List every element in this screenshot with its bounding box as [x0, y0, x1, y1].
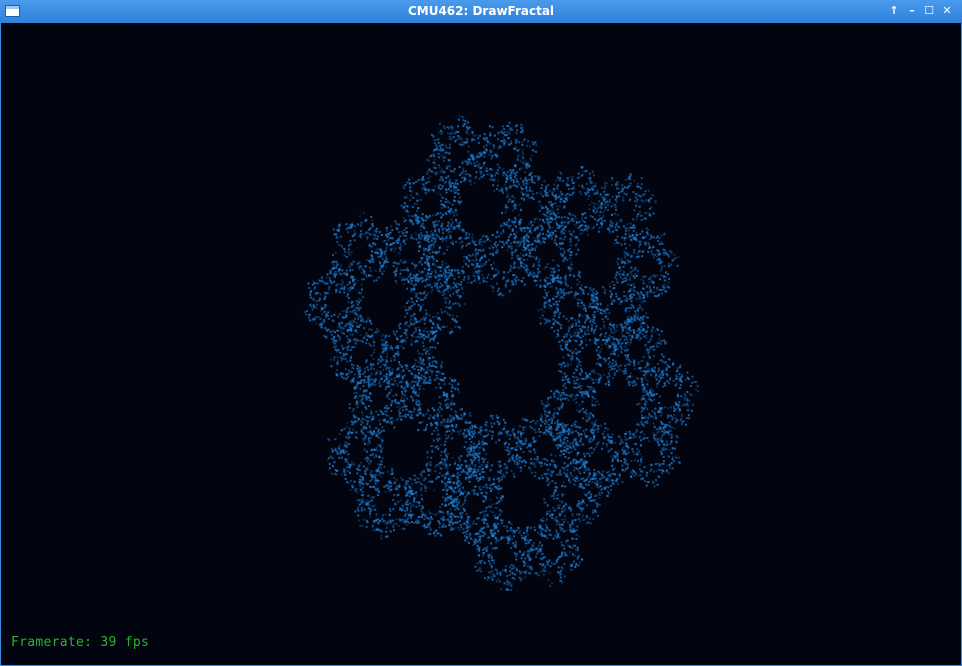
title-bar[interactable]: CMU462: DrawFractal ↑ – ☐ ✕	[0, 0, 962, 23]
maximize-icon[interactable]: ☐	[921, 3, 937, 19]
close-icon[interactable]: ✕	[939, 3, 955, 19]
minimize-icon[interactable]: –	[904, 3, 920, 19]
fractal-drawing	[303, 115, 699, 591]
keep-above-icon[interactable]: ↑	[886, 3, 902, 19]
framerate-label: Framerate: 39 fps	[11, 635, 150, 650]
render-canvas[interactable]: Framerate: 39 fps	[1, 23, 961, 665]
window-title: CMU462: DrawFractal	[407, 4, 555, 18]
app-window: CMU462: DrawFractal ↑ – ☐ ✕ Framerate: 3…	[0, 0, 962, 666]
